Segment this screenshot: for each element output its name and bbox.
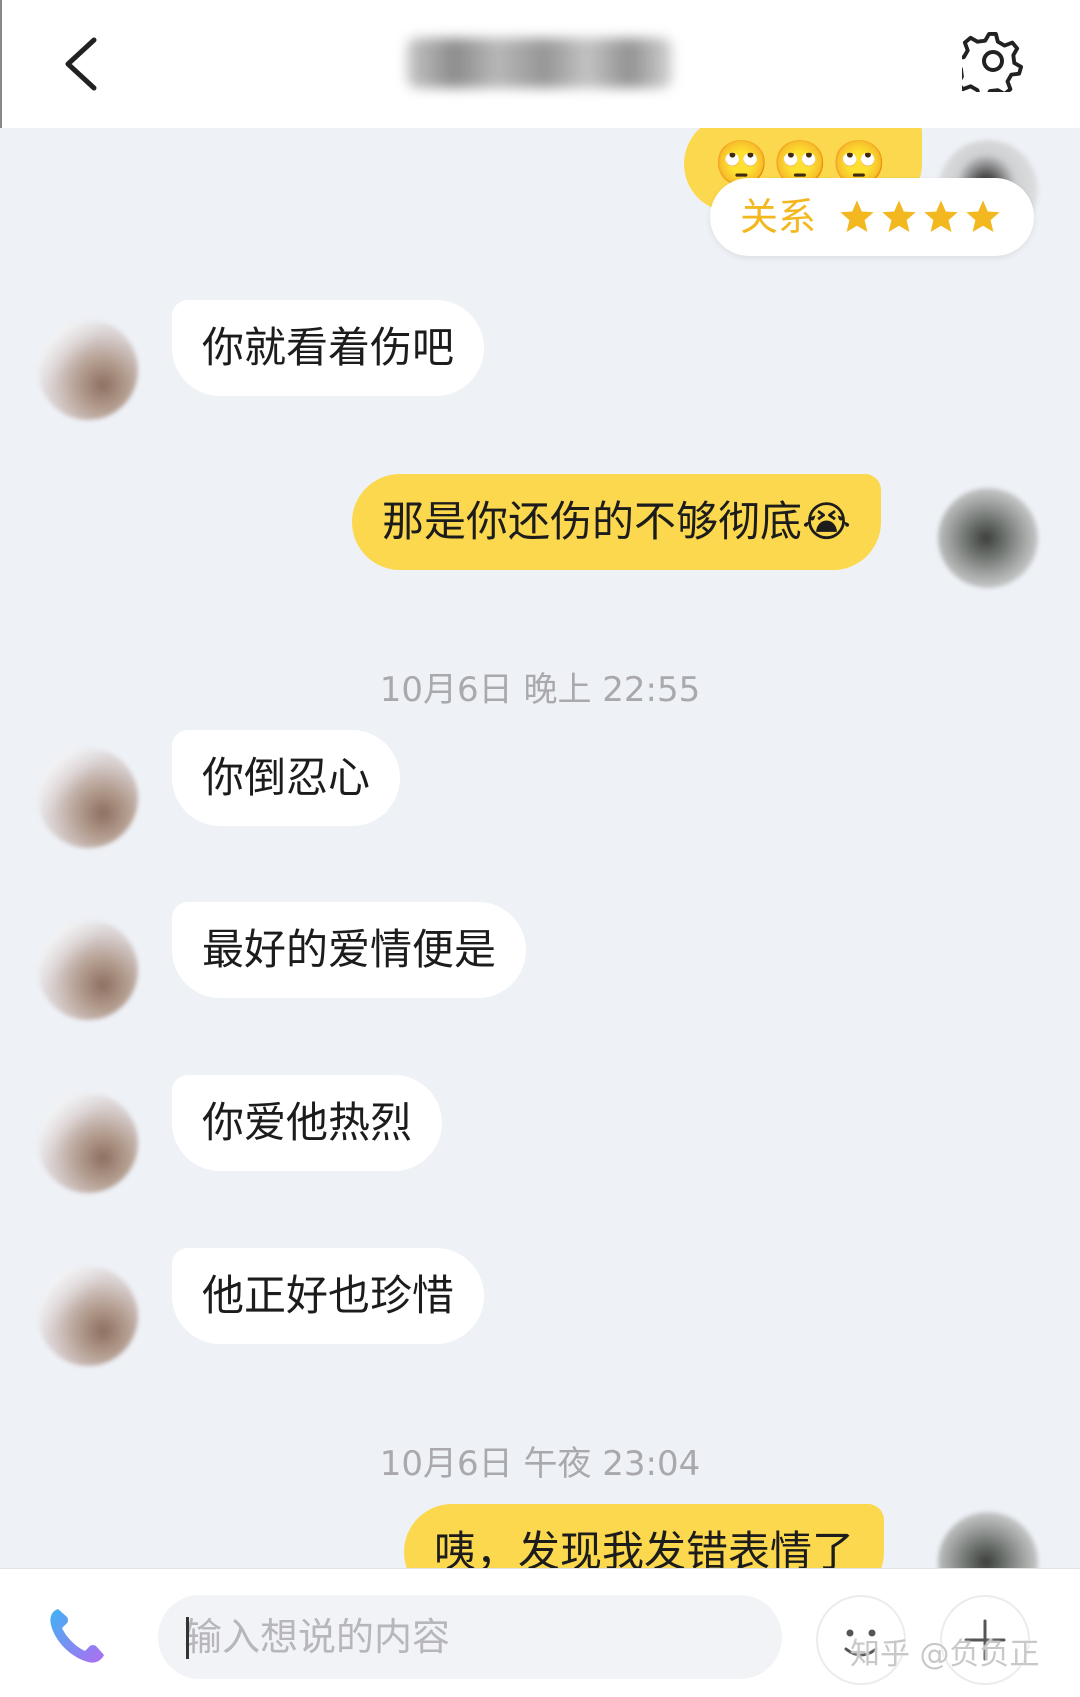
star-icon — [882, 200, 916, 233]
chat-area[interactable]: 🙄🙄🙄 关系 你就看着伤吧 那是你还伤的不够彻底😭 10月6日 晚上 22:55… — [0, 128, 1080, 1568]
avatar[interactable] — [38, 320, 138, 420]
message-bubble-outgoing[interactable]: 咦，发现我发错表情了 — [404, 1504, 885, 1568]
avatar[interactable] — [938, 488, 1038, 588]
conversation-title-blurred — [407, 38, 672, 88]
watermark: 知乎 @负负正 — [850, 1637, 1040, 1672]
star-icon — [924, 200, 958, 233]
avatar[interactable] — [38, 748, 138, 848]
message-input[interactable] — [158, 1595, 782, 1679]
star-icon — [840, 200, 874, 233]
avatar[interactable] — [938, 1512, 1038, 1568]
avatar[interactable] — [38, 920, 138, 1020]
message-bubble-incoming[interactable]: 你爱他热烈 — [172, 1075, 443, 1171]
chevron-left-icon[interactable] — [54, 32, 114, 96]
star-icon — [966, 200, 1000, 233]
phone-icon[interactable] — [44, 1603, 110, 1669]
timestamp: 10月6日 午夜 23:04 — [379, 1444, 701, 1484]
avatar[interactable] — [38, 1093, 138, 1193]
timestamp: 10月6日 晚上 22:55 — [379, 670, 701, 710]
message-bubble-outgoing[interactable]: 那是你还伤的不够彻底😭 — [352, 474, 882, 570]
text-cursor — [186, 1617, 189, 1659]
message-bubble-incoming[interactable]: 他正好也珍惜 — [172, 1248, 485, 1344]
message-bubble-incoming[interactable]: 你倒忍心 — [172, 730, 401, 826]
top-bar — [0, 0, 1080, 128]
message-bubble-incoming[interactable]: 你就看着伤吧 — [172, 300, 485, 396]
gear-icon[interactable] — [962, 30, 1024, 92]
relation-badge: 关系 — [710, 178, 1034, 256]
relation-label: 关系 — [740, 195, 817, 239]
input-bar: 知乎 @负负正 — [0, 1568, 1080, 1697]
message-bubble-incoming[interactable]: 最好的爱情便是 — [172, 902, 527, 998]
avatar[interactable] — [38, 1266, 138, 1366]
